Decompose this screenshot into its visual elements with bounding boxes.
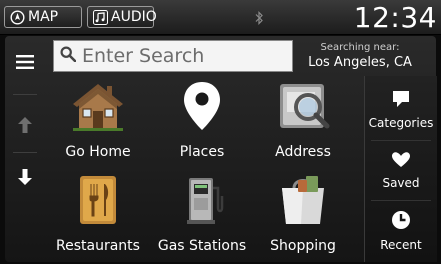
divider	[371, 200, 431, 201]
arrow-up-icon	[18, 117, 32, 137]
map-pin-icon	[173, 80, 231, 132]
gas-stations-button[interactable]: Gas Stations	[156, 174, 248, 254]
right-menu: Categories Saved Recent	[364, 76, 437, 262]
shopping-label: Shopping	[270, 238, 336, 254]
divider	[371, 140, 431, 141]
menu-button[interactable]	[5, 50, 45, 76]
clock-icon	[391, 210, 411, 234]
audio-button[interactable]: AUDIO	[87, 6, 157, 28]
divider	[13, 152, 37, 153]
bluetooth-icon	[254, 10, 264, 25]
shopping-bag-icon	[274, 174, 332, 226]
restaurants-button[interactable]: Restaurants	[52, 174, 144, 254]
gas-stations-label: Gas Stations	[157, 238, 247, 254]
navigation-screen: MAP AUDIO 12:34 Enter Search Searching n…	[0, 0, 441, 264]
fuel-pump-icon	[173, 174, 231, 226]
audio-button-label: AUDIO	[111, 9, 157, 25]
music-note-icon	[93, 9, 108, 25]
recent-button[interactable]: Recent	[365, 210, 437, 252]
categories-button[interactable]: Categories	[365, 90, 437, 130]
shopping-button[interactable]: Shopping	[257, 174, 349, 254]
saved-label: Saved	[382, 176, 420, 190]
flag-icon	[392, 90, 410, 112]
arrow-down-icon	[18, 169, 32, 189]
address-label: Address	[275, 144, 331, 160]
search-input[interactable]: Enter Search	[53, 40, 293, 72]
status-bar: MAP AUDIO 12:34	[0, 0, 441, 35]
restaurants-label: Restaurants	[56, 238, 140, 254]
places-button[interactable]: Places	[156, 80, 248, 160]
places-label: Places	[179, 144, 225, 160]
divider	[13, 94, 37, 95]
heart-icon	[392, 152, 410, 172]
search-near-label: Searching near:	[320, 42, 400, 53]
go-home-label: Go Home	[65, 144, 131, 160]
clock: 12:34	[353, 1, 437, 34]
address-button[interactable]: Address	[257, 80, 349, 160]
categories-label: Categories	[368, 116, 434, 130]
map-button-label: MAP	[28, 9, 59, 25]
scroll-down-button[interactable]	[5, 164, 45, 194]
left-control-column	[5, 36, 45, 262]
search-icon	[60, 46, 77, 66]
map-button[interactable]: MAP	[4, 6, 82, 28]
search-near-location: Los Angeles, CA	[308, 55, 412, 70]
hamburger-menu-icon	[16, 54, 34, 73]
go-home-button[interactable]: Go Home	[52, 80, 144, 160]
search-placeholder: Enter Search	[82, 45, 205, 67]
search-location-button[interactable]: Searching near: Los Angeles, CA	[297, 40, 423, 72]
saved-button[interactable]: Saved	[365, 152, 437, 190]
compass-icon	[10, 9, 25, 25]
house-icon	[69, 80, 127, 132]
recent-label: Recent	[380, 238, 422, 252]
address-book-icon	[274, 80, 332, 132]
fork-knife-icon	[69, 174, 127, 226]
scroll-up-button[interactable]	[5, 112, 45, 142]
